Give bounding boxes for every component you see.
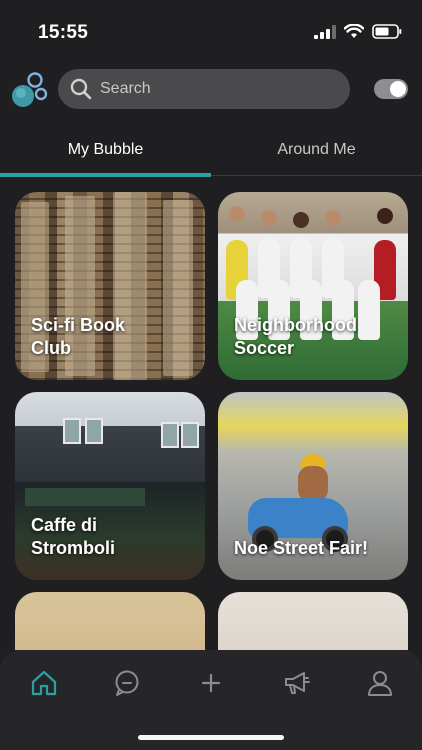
toggle-knob bbox=[390, 81, 406, 97]
card-sci-fi-book-club[interactable]: Sci-fi Book Club bbox=[15, 192, 205, 380]
card-title: Sci-fi Book Club bbox=[31, 314, 126, 358]
card-partial-2[interactable] bbox=[218, 592, 408, 650]
bubble-grid: Sci-fi Book Club Neighborhood Soccer Caf… bbox=[0, 180, 422, 650]
bubble-logo-icon[interactable] bbox=[10, 70, 50, 110]
nav-create[interactable] bbox=[196, 668, 226, 698]
megaphone-icon bbox=[285, 672, 310, 694]
card-title: Neighborhood Soccer bbox=[234, 314, 357, 358]
status-icons bbox=[314, 24, 402, 39]
tab-around-me[interactable]: Around Me bbox=[211, 124, 422, 176]
profile-icon bbox=[368, 671, 392, 696]
search-input[interactable] bbox=[100, 80, 320, 98]
card-title: Caffe di Stromboli bbox=[31, 514, 115, 558]
status-time: 15:55 bbox=[38, 22, 89, 43]
card-caffe-di-stromboli[interactable]: Caffe di Stromboli bbox=[15, 392, 205, 580]
status-bar: 15:55 bbox=[0, 0, 422, 60]
nav-announcements[interactable] bbox=[282, 668, 312, 698]
search-bar[interactable] bbox=[58, 69, 350, 109]
chat-bubble-icon bbox=[115, 670, 139, 696]
wifi-icon bbox=[344, 24, 364, 38]
home-icon bbox=[31, 670, 57, 696]
nav-chat[interactable] bbox=[112, 668, 142, 698]
card-noe-street-fair[interactable]: Noe Street Fair! bbox=[218, 392, 408, 580]
nav-profile[interactable] bbox=[365, 668, 395, 698]
search-icon bbox=[70, 78, 92, 100]
plus-icon bbox=[201, 673, 221, 693]
nav-home[interactable] bbox=[29, 668, 59, 698]
tab-my-bubble[interactable]: My Bubble bbox=[0, 124, 211, 176]
cellular-signal-icon bbox=[314, 24, 336, 39]
active-tab-indicator bbox=[0, 173, 211, 177]
app-header bbox=[0, 62, 422, 116]
home-indicator[interactable] bbox=[138, 735, 284, 740]
card-partial-1[interactable] bbox=[15, 592, 205, 650]
battery-icon bbox=[372, 24, 402, 39]
visibility-toggle[interactable] bbox=[374, 79, 408, 99]
tab-bar: My Bubble Around Me bbox=[0, 124, 422, 177]
card-neighborhood-soccer[interactable]: Neighborhood Soccer bbox=[218, 192, 408, 380]
card-title: Noe Street Fair! bbox=[234, 537, 369, 558]
